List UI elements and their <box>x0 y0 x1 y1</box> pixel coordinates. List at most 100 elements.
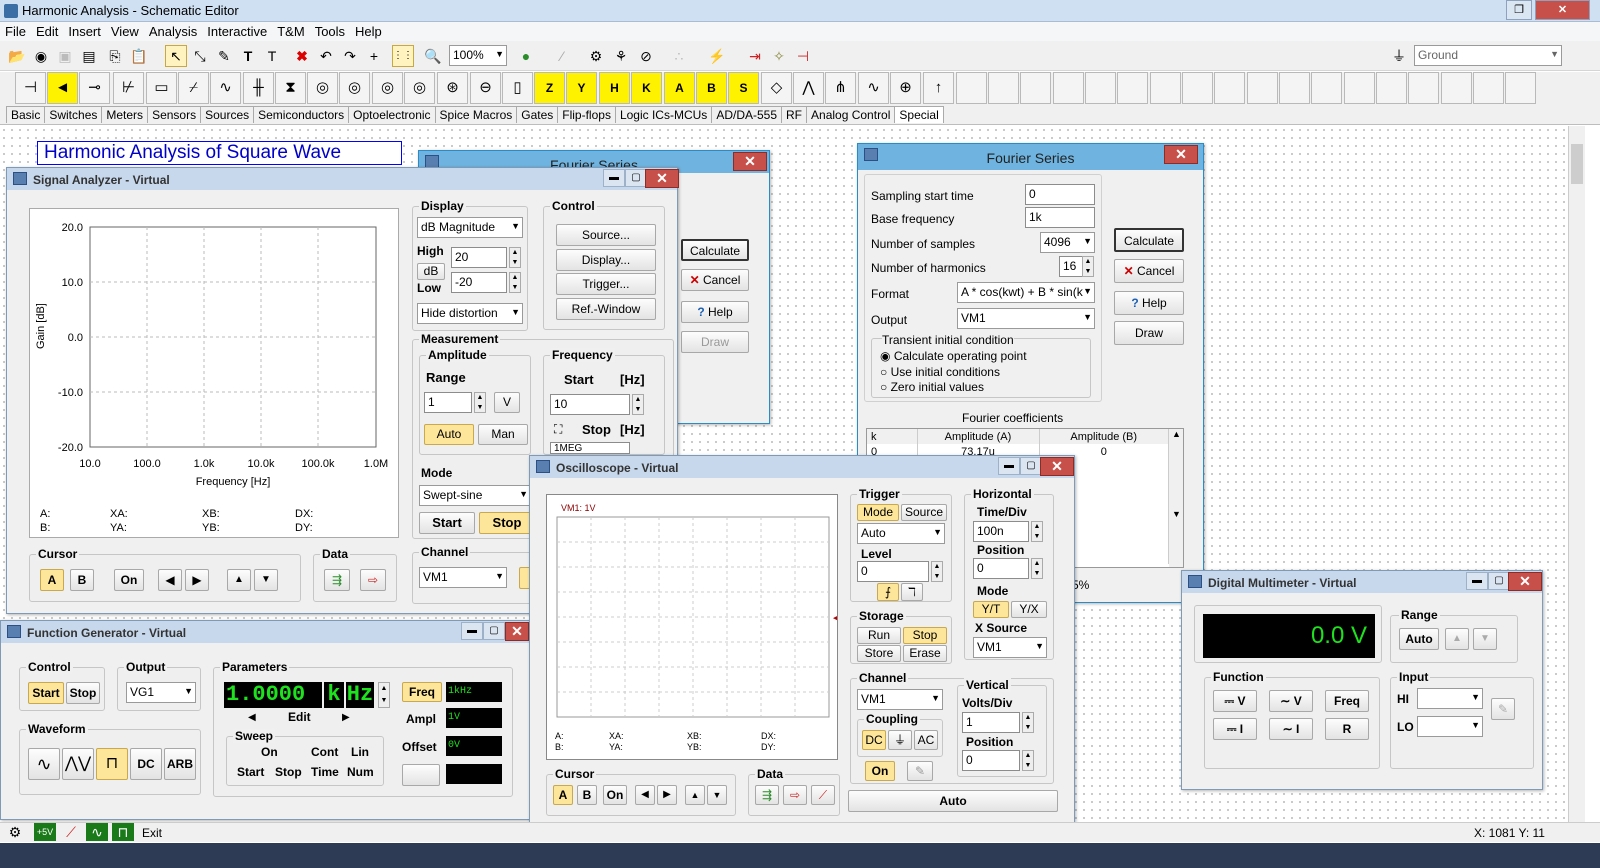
component-vsource-icon[interactable]: ◎ <box>307 72 338 104</box>
tab-ad-da[interactable]: AD/DA-555 <box>711 106 783 123</box>
high-input[interactable]: 20 <box>451 247 507 268</box>
tab-basic[interactable]: Basic <box>6 106 46 123</box>
menu-edit[interactable]: Edit <box>31 22 63 41</box>
trigger-mode-button[interactable]: Mode <box>857 504 899 521</box>
trigger-mode-select[interactable]: Auto ▼ <box>857 523 945 544</box>
arb-button[interactable]: ARB <box>164 748 196 780</box>
tab-special[interactable]: Special <box>894 106 944 123</box>
component-capacitor-icon[interactable]: ╫ <box>243 72 274 104</box>
component-bridge-icon[interactable]: ⋀ <box>793 72 824 104</box>
delete-icon[interactable]: ✖ <box>291 45 313 67</box>
sa-stop-button[interactable]: Stop <box>479 512 535 534</box>
component-target-icon[interactable]: ⊕ <box>890 72 921 104</box>
display-button[interactable]: Display... <box>556 249 656 271</box>
ac-current-button[interactable]: ∼ I <box>1269 718 1313 740</box>
spin-updown-icon[interactable]: ▲ ▼ <box>1082 256 1094 277</box>
channel-select[interactable]: VM1 ▼ <box>419 567 507 588</box>
low-input[interactable]: -20 <box>451 272 507 293</box>
freq-button[interactable]: Freq <box>402 682 442 702</box>
paste-icon[interactable]: 📋 <box>128 45 150 67</box>
zoom-select[interactable]: 100% ▼ <box>449 45 507 66</box>
close-icon[interactable]: ✕ <box>1508 572 1542 591</box>
sweep-on-button[interactable]: On <box>261 745 278 759</box>
man-button[interactable]: Man <box>478 424 528 445</box>
restore-button[interactable]: ❐ <box>1506 0 1532 20</box>
sweep-lin-button[interactable]: Lin <box>351 745 369 759</box>
run-button[interactable]: Run <box>857 627 901 644</box>
transient-icon[interactable]: ⚘ <box>610 45 632 67</box>
voltsdiv-input[interactable]: 1 <box>962 712 1020 733</box>
minimize-icon[interactable]: ▬ <box>998 457 1020 475</box>
component-h-icon[interactable]: H <box>599 72 630 104</box>
graph-icon[interactable]: ⟋ <box>811 785 835 805</box>
dc-analysis-icon[interactable]: ● <box>515 45 537 67</box>
component-z-icon[interactable]: Z <box>534 72 565 104</box>
component-battery-icon[interactable]: ⊣ <box>15 72 46 104</box>
triangle-wave-icon[interactable]: ⋀⋁ <box>62 748 94 780</box>
save-icon[interactable]: ▣ <box>54 45 76 67</box>
export-icon[interactable]: ⇶ <box>324 569 350 591</box>
sa-plot-area[interactable]: Gain [dB] 20.0 10.0 0.0 -10.0 -20.0 10.0… <box>29 208 399 538</box>
zoom-icon[interactable]: 🔍 <box>422 45 444 67</box>
component-slot[interactable] <box>1085 72 1116 104</box>
component-b-icon[interactable]: B <box>696 72 727 104</box>
output-select[interactable]: VM1 ▼ <box>957 308 1095 329</box>
arrow-right-icon[interactable]: ▶ <box>657 785 677 805</box>
fg-unit-display[interactable]: Hz <box>346 682 374 708</box>
menu-help[interactable]: Help <box>350 22 387 41</box>
cancel-button[interactable]: ✕ Cancel <box>681 269 749 291</box>
close-icon[interactable]: ✕ <box>733 152 767 171</box>
component-y-icon[interactable]: Y <box>566 72 597 104</box>
range-auto-button[interactable]: Auto <box>1399 628 1439 650</box>
tab-analog-control[interactable]: Analog Control <box>806 106 896 123</box>
tab-switches[interactable]: Switches <box>44 106 103 123</box>
close-icon[interactable]: ✕ <box>645 169 679 188</box>
arrow-down-icon[interactable]: ▼ <box>707 785 727 805</box>
component-varcap-icon[interactable]: ⌿ <box>178 72 209 104</box>
stop-freq-input[interactable]: 1MEG <box>550 442 630 454</box>
text-tool-icon[interactable]: T <box>261 45 283 67</box>
sweep-num-button[interactable]: Num <box>347 765 374 779</box>
menu-tools[interactable]: Tools <box>310 22 350 41</box>
tab-sources[interactable]: Sources <box>200 106 255 123</box>
wire-icon[interactable]: ⤡ <box>189 45 211 67</box>
component-slot[interactable] <box>1247 72 1278 104</box>
radio-calc-op[interactable]: ◉ Calculate operating point <box>880 349 1027 363</box>
component-slot[interactable] <box>1376 72 1407 104</box>
tab-logic-ics[interactable]: Logic ICs-MCUs <box>614 106 713 123</box>
distortion-select[interactable]: Hide distortion ▼ <box>417 303 523 324</box>
calculate-button[interactable]: Calculate <box>681 239 749 261</box>
component-slot[interactable] <box>1053 72 1084 104</box>
tab-sensors[interactable]: Sensors <box>147 106 202 123</box>
close-icon[interactable]: ✕ <box>505 622 529 641</box>
draw-button[interactable]: Draw <box>1114 321 1184 345</box>
close-icon[interactable]: ✕ <box>1040 457 1074 476</box>
base-frequency-input[interactable]: 1k <box>1025 207 1095 228</box>
component-transformer-icon[interactable]: ⧗ <box>275 72 306 104</box>
yx-button[interactable]: Y/X <box>1011 601 1047 618</box>
tab-gates[interactable]: Gates <box>516 106 559 123</box>
component-slot[interactable] <box>1344 72 1375 104</box>
sweep-cont-button[interactable]: Cont <box>311 745 338 759</box>
draw-button[interactable]: Draw <box>681 331 749 353</box>
logic-icon[interactable]: ⊓ <box>112 823 134 841</box>
level-input[interactable]: 0 <box>857 561 929 582</box>
probe-icon[interactable]: ⁄ <box>551 45 573 67</box>
link-icon[interactable]: ⛶ <box>554 422 562 437</box>
menu-analysis[interactable]: Analysis <box>144 22 202 41</box>
pen-icon[interactable]: ✎ <box>1491 698 1515 720</box>
menu-file[interactable]: File <box>0 22 31 41</box>
falling-edge-icon[interactable]: ℸ <box>901 583 923 601</box>
component-relay-icon[interactable]: ▭ <box>146 72 177 104</box>
mode-select[interactable]: Swept-sine ▼ <box>419 485 531 506</box>
component-slot[interactable] <box>956 72 987 104</box>
close-icon[interactable]: ✕ <box>1164 145 1198 164</box>
spin-updown-icon[interactable]: ▲ ▼ <box>1031 521 1043 542</box>
cancel-button[interactable]: ✕ Cancel <box>1114 259 1184 283</box>
component-crystal-icon[interactable]: ▯ <box>502 72 533 104</box>
component-k-icon[interactable]: K <box>631 72 662 104</box>
coupling-dc-button[interactable]: DC <box>862 730 886 750</box>
scroll-thumb[interactable] <box>1571 144 1583 184</box>
component-slot[interactable] <box>1311 72 1342 104</box>
spin-updown-icon[interactable]: ▲ ▼ <box>378 682 390 708</box>
